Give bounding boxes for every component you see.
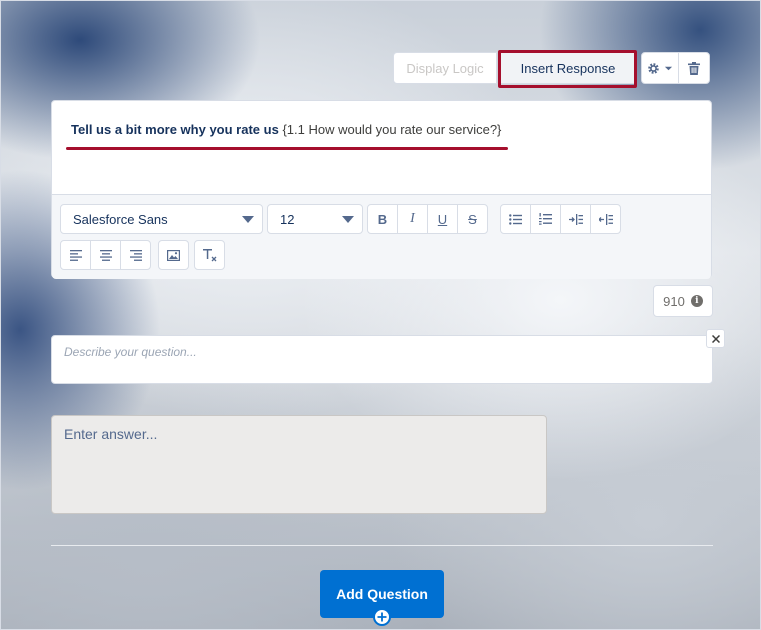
align-right-icon (129, 249, 142, 261)
outdent-button[interactable] (590, 204, 621, 234)
indent-icon (568, 213, 583, 225)
question-editor-card: Tell us a bit more why you rate us {1.1 … (51, 100, 712, 279)
font-family-select[interactable]: Salesforce Sans (60, 204, 263, 234)
close-icon (711, 334, 720, 343)
align-right-button[interactable] (120, 240, 151, 270)
image-icon (167, 249, 180, 261)
plus-icon (377, 612, 387, 622)
indent-button[interactable] (560, 204, 591, 234)
info-icon[interactable]: i (690, 295, 703, 307)
question-toolbar: Display Logic Insert Response (393, 52, 710, 84)
align-center-button[interactable] (90, 240, 121, 270)
trash-icon (688, 61, 700, 75)
insert-response-button[interactable]: Insert Response (499, 52, 637, 84)
text-style-group: B I U S (367, 204, 488, 234)
clear-format-group (194, 240, 225, 270)
align-left-icon (69, 249, 82, 261)
add-question-label: Add Question (336, 586, 428, 602)
bold-icon: B (377, 211, 388, 227)
question-title: Tell us a bit more why you rate us (71, 122, 279, 137)
underline-button[interactable]: U (427, 204, 458, 234)
font-family-value: Salesforce Sans (73, 211, 168, 227)
font-size-select[interactable]: 12 (267, 204, 363, 234)
chevron-down-icon (342, 216, 354, 223)
font-size-value: 12 (280, 211, 295, 227)
numbered-list-icon (539, 213, 552, 225)
section-divider (51, 545, 713, 546)
numbered-list-button[interactable] (530, 204, 561, 234)
answer-textarea[interactable]: Enter answer... (51, 415, 547, 514)
survey-canvas-border (0, 0, 761, 630)
list-indent-group (500, 204, 621, 234)
insert-image-button[interactable] (158, 240, 189, 270)
alignment-group (60, 240, 151, 270)
strikethrough-button[interactable]: S (457, 204, 488, 234)
italic-button[interactable]: I (397, 204, 428, 234)
chevron-down-icon (242, 216, 254, 223)
italic-icon: I (410, 211, 415, 226)
settings-menu-button[interactable] (641, 52, 679, 84)
question-description-input[interactable]: Describe your question... (51, 335, 713, 384)
clear-formatting-icon (202, 248, 216, 261)
underline-icon: U (437, 211, 448, 227)
character-count: 910 (663, 293, 685, 309)
align-left-button[interactable] (60, 240, 91, 270)
clear-formatting-button[interactable] (194, 240, 225, 270)
description-placeholder: Describe your question... (64, 345, 197, 359)
strikethrough-icon: S (468, 211, 477, 227)
close-description-button[interactable] (706, 329, 725, 348)
display-logic-button[interactable]: Display Logic (393, 52, 497, 84)
outdent-icon (598, 213, 613, 225)
bulleted-list-icon (509, 213, 522, 225)
character-count-badge: 910 i (653, 285, 713, 317)
rich-text-toolbar: Salesforce Sans 12 B I U S (52, 194, 711, 279)
question-underline-annotation (66, 147, 508, 150)
image-group (158, 240, 189, 270)
chevron-down-icon (664, 66, 673, 70)
gear-icon (648, 62, 659, 74)
bold-button[interactable]: B (367, 204, 398, 234)
question-text[interactable]: Tell us a bit more why you rate us {1.1 … (71, 122, 501, 137)
response-reference: {1.1 How would you rate our service?} (282, 122, 502, 137)
align-center-icon (99, 249, 112, 261)
delete-question-button[interactable] (678, 52, 710, 84)
answer-placeholder: Enter answer... (64, 426, 158, 442)
add-question-plus-button[interactable] (373, 608, 391, 626)
bulleted-list-button[interactable] (500, 204, 531, 234)
